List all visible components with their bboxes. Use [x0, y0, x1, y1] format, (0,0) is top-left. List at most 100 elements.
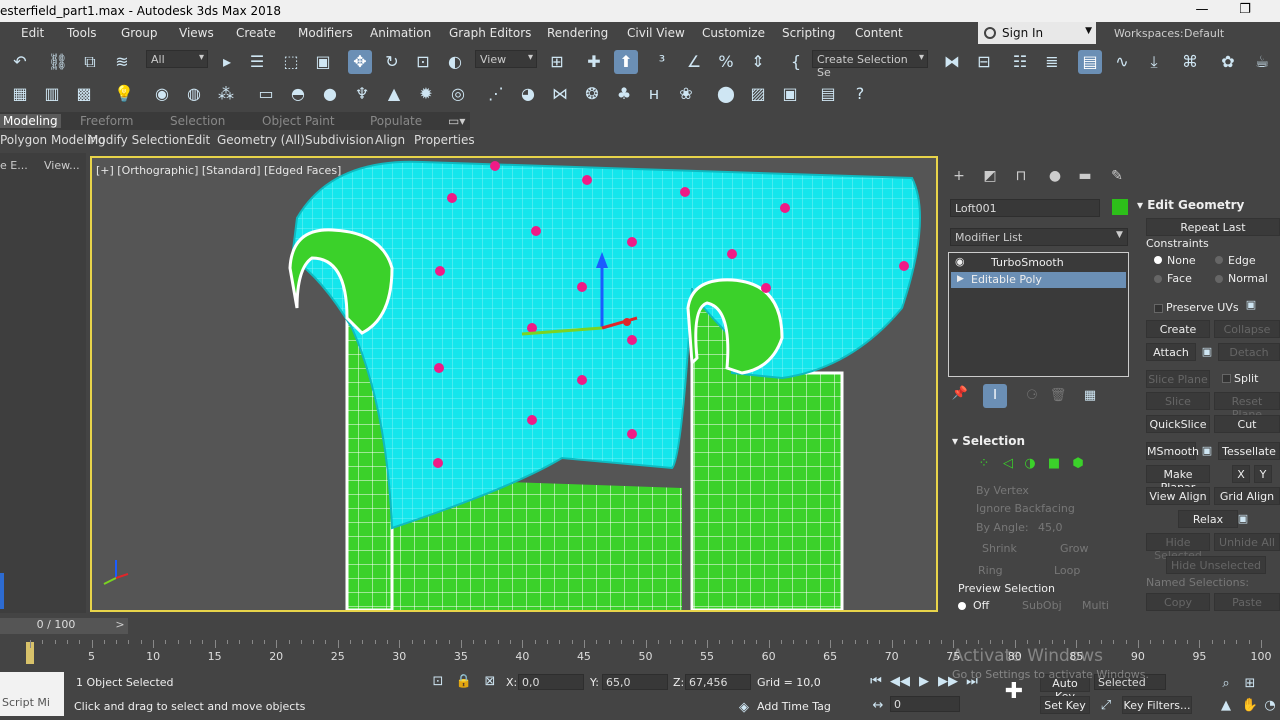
scale-icon[interactable]: ⊡	[411, 50, 435, 74]
msmooth-button[interactable]: MSmooth	[1146, 442, 1199, 460]
maxscript-listener[interactable]	[0, 672, 64, 716]
particle-icon[interactable]: ⁂	[214, 82, 238, 106]
menu-graph-editors[interactable]: Graph Editors	[449, 26, 531, 40]
light-icon[interactable]: 💡	[112, 82, 136, 106]
planar-x-button[interactable]: X	[1232, 465, 1250, 483]
mirror-icon[interactable]: ⧓	[940, 50, 964, 74]
link-icon[interactable]: ⛓	[46, 50, 70, 74]
restore-button[interactable]: ❐	[1236, 2, 1254, 20]
show-end-result-icon[interactable]: I	[983, 384, 1007, 408]
time-slider[interactable]: 0 / 100	[0, 618, 112, 634]
percent-snap-icon[interactable]: %	[714, 50, 738, 74]
unlink-icon[interactable]: ⧉	[78, 50, 102, 74]
selection-lock-icon[interactable]: 🔒	[452, 670, 476, 694]
hide-unselected-button[interactable]: Hide Unselected	[1166, 556, 1266, 574]
expand-arrow-icon[interactable]: ▶	[957, 274, 964, 284]
current-frame-field[interactable]: 0	[890, 696, 960, 712]
select-manipulate-icon[interactable]: ✚	[582, 50, 606, 74]
bind-space-warp-icon[interactable]: ≋	[110, 50, 134, 74]
scene-explorer-icon[interactable]: ☷	[1008, 50, 1032, 74]
align-icon[interactable]: ⊟	[972, 50, 996, 74]
slice-plane-button[interactable]: Slice Plane	[1146, 370, 1210, 388]
camera-icon[interactable]: ◉	[150, 82, 174, 106]
panel-subdivision[interactable]: Subdivision	[305, 133, 374, 147]
dope-sheet-icon[interactable]: ⤓	[1142, 50, 1166, 74]
next-frame-arrow-icon[interactable]: >	[112, 618, 128, 634]
rotate-icon[interactable]: ↻	[380, 50, 404, 74]
display-icon[interactable]: ▨	[746, 82, 770, 106]
copy-button[interactable]: Copy	[1146, 593, 1210, 611]
toggle-ribbon-icon[interactable]: ▤	[1078, 50, 1102, 74]
scene-explorer-view-tab[interactable]: View...	[44, 159, 80, 172]
sun-icon[interactable]: ✹	[414, 82, 438, 106]
cut-button[interactable]: Cut	[1214, 415, 1280, 433]
by-vertex-option[interactable]: By Vertex	[976, 484, 1029, 497]
go-to-start-icon[interactable]: ⏮	[864, 670, 888, 694]
render-setup-icon[interactable]: ☕	[1250, 50, 1274, 74]
edit-named-selection-icon[interactable]: {	[784, 50, 808, 74]
attach-button[interactable]: Attach	[1146, 343, 1196, 361]
angle-snap-icon[interactable]: ∠	[682, 50, 706, 74]
y-coordinate-field[interactable]: 65,0	[602, 674, 668, 690]
create-tab-icon[interactable]: +	[950, 168, 968, 186]
key-mode-icon[interactable]: ↔	[866, 694, 890, 718]
tab-populate[interactable]: Populate	[370, 114, 422, 128]
plane-primitive-icon[interactable]: ▭	[254, 82, 278, 106]
element-mode-icon[interactable]: ⬢	[1066, 452, 1090, 476]
planar-y-button[interactable]: Y	[1254, 465, 1272, 483]
loop-button[interactable]: Loop	[1054, 564, 1080, 577]
tab-freeform[interactable]: Freeform	[80, 114, 133, 128]
grid-icon[interactable]: ⋰	[484, 82, 508, 106]
viewport-capture-icon[interactable]: ▣	[778, 82, 802, 106]
selection-set-dropdown[interactable]: Create Selection Se	[812, 50, 928, 79]
ignore-backfacing-option[interactable]: Ignore Backfacing	[976, 502, 1075, 515]
mesh-icon[interactable]: ⋈	[548, 82, 572, 106]
viewport-orthographic[interactable]: [+] [Orthographic] [Standard] [Edged Fac…	[90, 156, 938, 612]
select-by-name-icon[interactable]: ☰	[245, 50, 269, 74]
pivot-center-icon[interactable]: ⊞	[545, 50, 569, 74]
select-object-icon[interactable]: ▸	[215, 50, 239, 74]
scrollbar-thumb[interactable]	[0, 573, 4, 609]
shader-ball-icon[interactable]: ◕	[516, 82, 540, 106]
reset-plane-button[interactable]: Reset Plane	[1214, 392, 1280, 421]
preview-subobj-label[interactable]: SubObj	[1022, 599, 1062, 612]
menu-animation[interactable]: Animation	[370, 26, 431, 40]
selection-filter-dropdown[interactable]: All	[146, 50, 208, 68]
constraint-none-radio[interactable]	[1154, 256, 1162, 264]
tree-primitive-icon[interactable]: ♆	[350, 82, 374, 106]
render-production-icon[interactable]: ▩	[72, 82, 96, 106]
menu-scripting[interactable]: Scripting	[782, 26, 835, 40]
relax-button[interactable]: Relax	[1178, 510, 1238, 528]
stack-item-editable-poly[interactable]: Editable Poly	[951, 272, 1126, 288]
schematic-view-icon[interactable]: ⌘	[1178, 50, 1202, 74]
play-icon[interactable]: ▶	[912, 670, 936, 694]
undo-icon[interactable]: ↶	[8, 50, 32, 74]
placement-icon[interactable]: ◐	[443, 50, 467, 74]
constraint-edge-radio[interactable]	[1215, 256, 1223, 264]
field-of-view-icon[interactable]: ▲	[1214, 694, 1238, 718]
key-filters-button[interactable]: Key Filters...	[1122, 696, 1192, 714]
menu-views[interactable]: Views	[179, 26, 214, 40]
by-angle-option[interactable]: By Angle:	[976, 521, 1029, 534]
z-coordinate-field[interactable]: 67,456	[685, 674, 751, 690]
batch-render-icon[interactable]: ▤	[816, 82, 840, 106]
shrink-button[interactable]: Shrink	[982, 542, 1017, 555]
previous-frame-icon[interactable]: ◀◀	[888, 670, 912, 694]
window-crossing-icon[interactable]: ▣	[311, 50, 335, 74]
preview-multi-label[interactable]: Multi	[1082, 599, 1109, 612]
menu-create[interactable]: Create	[236, 26, 276, 40]
preview-off-radio[interactable]	[958, 602, 966, 610]
sphere-primitive-icon[interactable]: ●	[318, 82, 342, 106]
workspace-dropdown[interactable]: Default	[1184, 27, 1224, 40]
make-planar-button[interactable]: Make Planar	[1146, 465, 1210, 494]
by-angle-value[interactable]: 45,0	[1038, 521, 1063, 534]
render-frame-icon[interactable]: ▦	[8, 82, 32, 106]
configure-modifier-sets-icon[interactable]: ▦	[1078, 384, 1102, 408]
menu-modifiers[interactable]: Modifiers	[298, 26, 353, 40]
sign-in-dropdown[interactable]: Sign In ▼	[978, 22, 1096, 44]
ring-button[interactable]: Ring	[978, 564, 1003, 577]
absolute-mode-icon[interactable]: ⊠	[478, 670, 502, 694]
add-time-tag-label[interactable]: Add Time Tag	[757, 700, 831, 713]
make-unique-icon[interactable]: ⚆	[1020, 384, 1044, 408]
plant-icon[interactable]: ♣	[612, 82, 636, 106]
